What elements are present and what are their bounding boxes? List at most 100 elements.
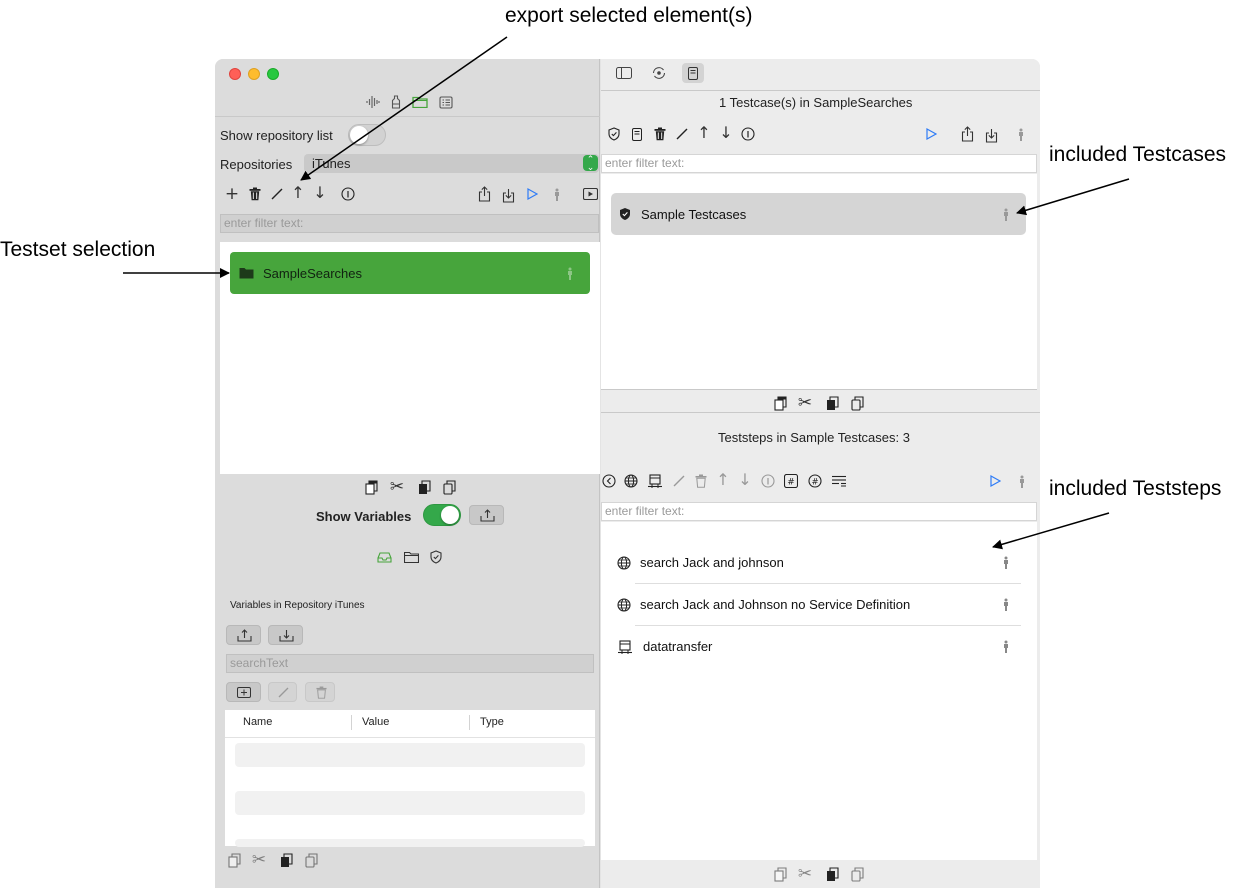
paste-icon[interactable] <box>824 394 840 412</box>
teststep-label: search Jack and Johnson no Service Defin… <box>640 597 911 612</box>
zoom-window-button[interactable] <box>267 68 279 80</box>
arrow-down-icon[interactable]: ↓ <box>312 185 328 201</box>
number-box-icon[interactable]: # <box>783 473 799 489</box>
testcases-title: 1 Testcase(s) in SampleSearches <box>719 95 913 110</box>
edit-icon[interactable] <box>674 126 690 142</box>
divider <box>601 412 1040 413</box>
variables-export-button[interactable] <box>226 625 261 645</box>
list-filter-icon[interactable] <box>830 473 848 489</box>
table-header-value: Value <box>362 716 390 728</box>
info-icon[interactable] <box>340 186 356 202</box>
column-divider <box>469 715 470 730</box>
arrow-down-icon[interactable]: ↓ <box>718 125 734 141</box>
cut-icon[interactable]: ✂ <box>796 394 814 412</box>
table-header-name: Name <box>243 716 273 728</box>
teststep-label: datatransfer <box>643 639 713 654</box>
media-icon[interactable] <box>582 186 598 202</box>
duplicate-icon[interactable] <box>849 865 865 883</box>
add-box-icon <box>236 684 252 700</box>
export-variables-button[interactable] <box>469 505 504 525</box>
copy-icon[interactable] <box>772 865 788 883</box>
add-variable-button[interactable] <box>226 682 261 702</box>
play-icon[interactable] <box>987 473 1003 489</box>
number-circle-icon[interactable]: # <box>807 473 823 489</box>
arrow-up-icon[interactable]: ↑ <box>696 125 712 141</box>
left-pane: Show repository list Repositories iTunes… <box>215 59 600 888</box>
shield-check-icon[interactable] <box>606 126 622 142</box>
folder-icon[interactable] <box>403 549 419 565</box>
transfer-icon[interactable] <box>646 472 664 490</box>
info-icon[interactable] <box>740 126 756 142</box>
add-icon[interactable]: + <box>224 185 240 202</box>
export-icon[interactable] <box>959 125 975 143</box>
bottle-icon[interactable] <box>388 94 404 110</box>
duplicate-icon[interactable] <box>441 478 457 496</box>
divider <box>601 90 1040 91</box>
teststep-row[interactable]: search Jack and Johnson no Service Defin… <box>601 583 1026 625</box>
sync-icon[interactable] <box>650 65 668 81</box>
globe-icon <box>616 555 632 571</box>
duplicate-icon[interactable] <box>849 394 865 412</box>
testcase-filter-input[interactable]: enter filter text: <box>601 154 1037 173</box>
teststeps-title: Teststeps in Sample Testcases: 3 <box>718 430 910 445</box>
figure-icon[interactable] <box>1015 126 1027 142</box>
arrow-up-icon[interactable]: ↑ <box>715 472 731 488</box>
teststep-row[interactable]: datatransfer <box>601 625 1026 667</box>
document-view-icon[interactable] <box>682 63 704 83</box>
cut-icon[interactable]: ✂ <box>250 851 268 869</box>
cut-icon[interactable]: ✂ <box>388 478 406 496</box>
arrow-down-icon[interactable]: ↓ <box>737 472 753 488</box>
show-variables-toggle[interactable] <box>423 504 461 526</box>
list-document-icon[interactable] <box>438 94 454 110</box>
copy-icon[interactable] <box>772 394 788 412</box>
svg-text:#: # <box>811 477 818 487</box>
figure-icon <box>565 266 575 280</box>
arrow-up-icon[interactable]: ↑ <box>290 185 306 201</box>
waveform-icon[interactable] <box>365 94 381 110</box>
show-repository-list-toggle[interactable] <box>348 124 386 146</box>
edit-icon[interactable] <box>269 186 285 202</box>
variables-import-button[interactable] <box>268 625 303 645</box>
trash-icon[interactable] <box>247 186 263 202</box>
minimize-window-button[interactable] <box>248 68 260 80</box>
folder-icon <box>238 266 254 280</box>
paste-icon[interactable] <box>278 851 294 869</box>
teststep-filter-input[interactable]: enter filter text: <box>601 502 1037 521</box>
figure-icon[interactable] <box>551 186 563 202</box>
globe-icon[interactable] <box>623 473 639 489</box>
play-icon[interactable] <box>524 186 540 202</box>
testset-row-selected[interactable]: SampleSearches <box>230 252 590 294</box>
edit-icon[interactable] <box>671 473 687 489</box>
svg-text:#: # <box>787 478 795 488</box>
figure-icon[interactable] <box>1016 473 1028 489</box>
tray-icon[interactable] <box>376 549 392 565</box>
import-icon[interactable] <box>983 126 999 144</box>
cut-icon[interactable]: ✂ <box>796 865 814 883</box>
folder-icon[interactable] <box>411 94 429 110</box>
copy-icon[interactable] <box>226 851 242 869</box>
import-icon[interactable] <box>500 186 516 204</box>
trash-icon[interactable] <box>652 126 668 142</box>
copy-icon[interactable] <box>363 478 379 496</box>
testset-filter-input[interactable]: enter filter text: <box>220 214 599 233</box>
duplicate-icon[interactable] <box>303 851 319 869</box>
column-divider <box>351 715 352 730</box>
testcase-row[interactable]: Sample Testcases <box>611 193 1026 235</box>
back-circle-icon[interactable] <box>601 473 617 489</box>
shield-check-icon[interactable] <box>428 549 444 565</box>
shield-check-icon <box>618 207 632 221</box>
teststep-row[interactable]: search Jack and johnson <box>601 541 1026 583</box>
paste-icon[interactable] <box>824 865 840 883</box>
sidebar-toggle-icon[interactable] <box>615 65 633 81</box>
edit-variable-button[interactable] <box>268 682 297 702</box>
export-icon[interactable] <box>476 185 492 203</box>
close-window-button[interactable] <box>229 68 241 80</box>
delete-variable-button[interactable] <box>305 682 335 702</box>
paste-icon[interactable] <box>416 478 432 496</box>
variables-filter-input[interactable]: searchText <box>226 654 594 673</box>
repository-select[interactable]: iTunes ⌃ ⌄ <box>304 154 599 173</box>
play-icon[interactable] <box>923 126 939 142</box>
trash-icon[interactable] <box>693 473 709 489</box>
document-icon[interactable] <box>629 126 645 142</box>
info-icon[interactable] <box>760 473 776 489</box>
